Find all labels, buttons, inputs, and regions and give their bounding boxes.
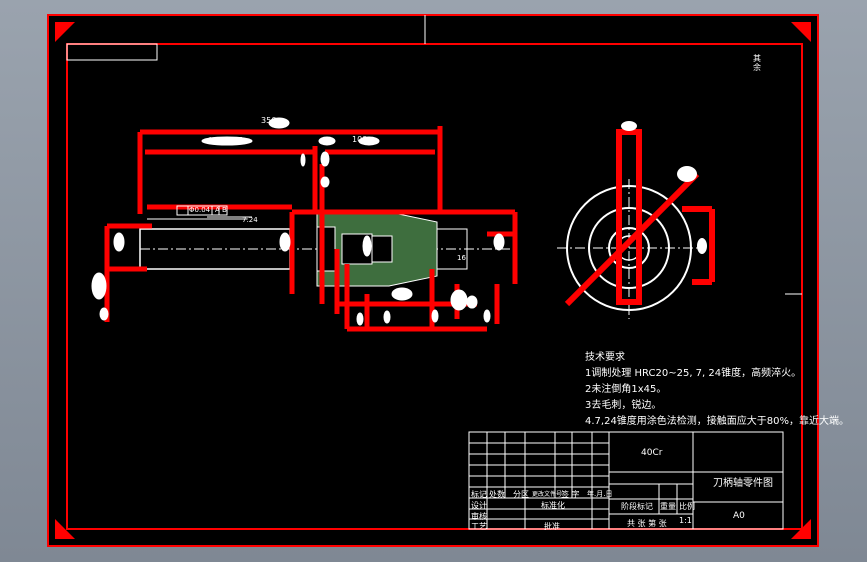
tb-weight: 重量: [660, 502, 676, 511]
part-name: 刀柄轴零件图: [713, 478, 773, 489]
tb-sign: 签 字: [561, 490, 580, 499]
tb-standard: 标准化: [541, 501, 565, 510]
datum-ref: A B: [215, 206, 227, 214]
note-item-2: 2未注倒角1x45。: [585, 384, 667, 395]
tb-doc: 更改文件号: [532, 491, 563, 498]
sheet-size: A0: [733, 511, 745, 521]
drawing-sheet: 356 Φ95±0.5 100 Φ0.04 A B 7:24 16 其 余 技术…: [47, 14, 849, 547]
code-box: [66, 43, 158, 61]
material: 40Cr: [641, 448, 663, 458]
section-view: [557, 121, 715, 319]
tb-stage: 阶段标记: [621, 502, 653, 511]
tb-date: 年.月.日: [587, 490, 613, 498]
roughness-note: 其 余: [753, 54, 761, 72]
shaft-front-view: [139, 211, 517, 287]
tb-scale: 比例: [679, 502, 695, 511]
tb-scale-value: 1:1: [679, 516, 692, 525]
tb-mark: 标记: [471, 490, 487, 499]
tb-process: 工艺: [471, 522, 487, 531]
corner-tl: [55, 22, 75, 42]
taper-ratio: 7:24: [242, 216, 258, 224]
dim-overall-length: 356: [261, 116, 277, 125]
tb-sheets: 共 张 第 张: [627, 519, 667, 528]
dim-mid: 100: [352, 135, 368, 144]
drawing-canvas: [47, 14, 819, 547]
note-item-4: 4.7,24锥度用涂色法检测，接触面应大于80%，靠近大端。: [585, 416, 850, 427]
tb-count: 处数: [489, 490, 505, 499]
corner-tr: [791, 22, 811, 42]
tolerance-frame: Φ0.04: [189, 206, 211, 214]
note-item-3: 3去毛刺，锐边。: [585, 400, 662, 411]
note-item-1: 1调制处理 HRC20~25, 7, 24锥度，高频淬火。: [585, 368, 802, 379]
tb-approve: 批准: [544, 522, 560, 531]
dim-taper: Φ95±0.5: [207, 136, 243, 145]
tb-zone: 分区: [513, 490, 529, 499]
dim-right: 16: [457, 254, 466, 262]
notes-title: 技术要求: [585, 352, 625, 363]
tb-designer: 设计: [471, 501, 487, 510]
